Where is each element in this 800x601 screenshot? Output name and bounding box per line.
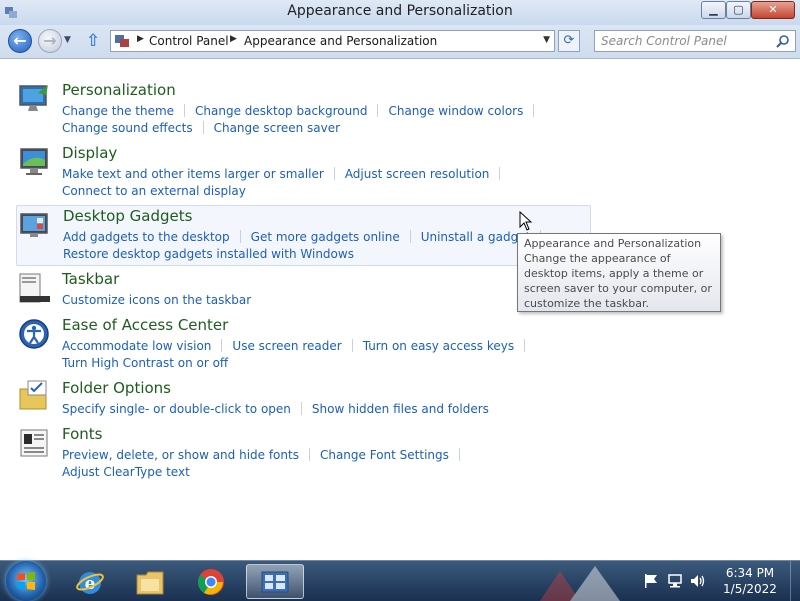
breadcrumb-separator-icon[interactable]: ▶: [230, 34, 237, 44]
chrome-icon: [197, 569, 224, 595]
network-icon[interactable]: [667, 573, 683, 589]
taskbar-control-panel[interactable]: [246, 564, 304, 599]
ease-of-access-icon: [19, 319, 49, 349]
personalization-icon: [19, 85, 48, 111]
window-title: Appearance and Personalization: [287, 3, 513, 19]
category-links: Accommodate low vision Use screen reader T…: [62, 338, 582, 372]
link-customize-taskbar-icons[interactable]: Customize icons on the taskbar: [62, 293, 251, 307]
category-links: Specify single- or double-click to open S…: [62, 401, 582, 418]
category-title[interactable]: Ease of Access Center: [62, 316, 228, 334]
windows-logo-icon: [17, 572, 35, 590]
search-input[interactable]: [595, 31, 783, 51]
link-add-gadgets[interactable]: Add gadgets to the desktop: [63, 230, 230, 244]
gadgets-icon: [20, 213, 48, 237]
breadcrumb-control-panel[interactable]: Control Panel: [149, 34, 229, 48]
control-panel-icon: [261, 571, 289, 593]
navigation-bar: ← → ▼ ⇧ ▶ Control Panel ▶ Appearance and…: [0, 25, 800, 59]
search-box[interactable]: [594, 30, 796, 52]
link-show-hidden-files[interactable]: Show hidden files and folders: [312, 402, 489, 416]
category-title[interactable]: Folder Options: [62, 379, 171, 397]
volume-icon[interactable]: [690, 573, 706, 589]
desktop-background-fragment: [540, 566, 620, 601]
link-make-text-larger[interactable]: Make text and other items larger or smal…: [62, 167, 324, 181]
category-title[interactable]: Personalization: [62, 81, 176, 99]
taskbar-chrome[interactable]: [184, 564, 236, 599]
link-restore-gadgets[interactable]: Restore desktop gadgets installed with W…: [63, 247, 354, 261]
search-icon[interactable]: [776, 34, 790, 48]
control-panel-icon: [115, 35, 129, 47]
link-uninstall-gadget[interactable]: Uninstall a gadget: [421, 230, 531, 244]
link-easy-access-keys[interactable]: Turn on easy access keys: [363, 339, 514, 353]
close-button[interactable]: ✕: [751, 1, 795, 19]
taskbar-internet-explorer[interactable]: e: [63, 564, 115, 599]
tooltip-body: Change the appearance of desktop items, …: [524, 252, 712, 310]
clock-time: 6:34 PM: [725, 566, 775, 580]
link-change-sound-effects[interactable]: Change sound effects: [62, 121, 193, 135]
breadcrumb-separator-icon[interactable]: ▶: [137, 34, 144, 44]
link-get-more-gadgets[interactable]: Get more gadgets online: [251, 230, 400, 244]
category-title[interactable]: Display: [62, 144, 117, 162]
clock-date: 1/5/2022: [723, 582, 777, 596]
minimize-button[interactable]: ▁: [701, 1, 726, 19]
action-center-flag-icon[interactable]: [643, 573, 659, 589]
title-bar: Appearance and Personalization ▁ ▢ ✕: [0, 0, 800, 25]
address-dropdown-icon[interactable]: ▼: [543, 35, 550, 45]
show-desktop-button[interactable]: [790, 561, 800, 601]
start-button[interactable]: [6, 561, 46, 601]
forward-button[interactable]: →: [38, 29, 62, 53]
link-connect-external-display[interactable]: Connect to an external display: [62, 184, 246, 198]
mouse-cursor-icon: [519, 211, 533, 231]
maximize-button[interactable]: ▢: [726, 1, 751, 19]
tooltip: Appearance and Personalization Change th…: [517, 233, 721, 312]
category-ease-of-access: Ease of Access Center Accommodate low vi…: [16, 316, 591, 370]
category-taskbar: Taskbar Customize icons on the taskbar: [16, 270, 591, 310]
folder-options-icon: [19, 380, 47, 410]
category-personalization: Personalization Change the theme Change d…: [16, 81, 591, 135]
category-title[interactable]: Desktop Gadgets: [63, 207, 192, 225]
category-desktop-gadgets: Desktop Gadgets Add gadgets to the deskt…: [16, 205, 591, 266]
taskbar-windows-explorer[interactable]: [123, 564, 175, 599]
recent-pages-dropdown-icon[interactable]: ▼: [64, 35, 71, 45]
link-change-font-settings[interactable]: Change Font Settings: [320, 448, 449, 462]
refresh-button[interactable]: ⟳: [558, 30, 580, 52]
windows-explorer-icon: [136, 571, 164, 595]
category-display: Display Make text and other items larger…: [16, 144, 591, 198]
category-folder-options: Folder Options Specify single- or double…: [16, 379, 591, 419]
display-icon: [20, 148, 48, 175]
category-links: Add gadgets to the desktop Get more gadge…: [63, 229, 583, 263]
category-title[interactable]: Fonts: [62, 425, 102, 443]
taskbar-icon: [19, 273, 50, 303]
tooltip-title: Appearance and Personalization: [524, 237, 702, 250]
link-adjust-screen-resolution[interactable]: Adjust screen resolution: [345, 167, 490, 181]
link-adjust-cleartype[interactable]: Adjust ClearType text: [62, 465, 190, 479]
link-accommodate-low-vision[interactable]: Accommodate low vision: [62, 339, 211, 353]
category-links: Customize icons on the taskbar: [62, 292, 582, 309]
link-single-double-click[interactable]: Specify single- or double-click to open: [62, 402, 291, 416]
link-preview-fonts[interactable]: Preview, delete, or show and hide fonts: [62, 448, 299, 462]
breadcrumb-appearance-personalization[interactable]: Appearance and Personalization: [244, 34, 437, 48]
up-arrow-icon[interactable]: ⇧: [86, 31, 100, 51]
link-use-screen-reader[interactable]: Use screen reader: [232, 339, 341, 353]
link-change-desktop-background[interactable]: Change desktop background: [195, 104, 367, 118]
internet-explorer-icon: e: [76, 572, 104, 594]
back-button[interactable]: ←: [8, 29, 32, 53]
address-bar[interactable]: ▶ Control Panel ▶ Appearance and Persona…: [110, 30, 555, 52]
category-links: Make text and other items larger or smal…: [62, 166, 582, 200]
fonts-icon: [20, 429, 48, 457]
system-clock[interactable]: 6:34 PM 1/5/2022: [718, 565, 782, 597]
category-fonts: Fonts Preview, delete, or show and hide …: [16, 425, 591, 479]
link-high-contrast[interactable]: Turn High Contrast on or off: [62, 356, 228, 370]
category-links: Preview, delete, or show and hide fonts C…: [62, 447, 582, 481]
category-title[interactable]: Taskbar: [62, 270, 119, 288]
category-links: Change the theme Change desktop backgroun…: [62, 103, 582, 137]
taskbar: e 6:34 PM 1/5/2022: [0, 560, 800, 601]
link-change-theme[interactable]: Change the theme: [62, 104, 174, 118]
link-change-screen-saver[interactable]: Change screen saver: [214, 121, 341, 135]
link-change-window-colors[interactable]: Change window colors: [388, 104, 523, 118]
